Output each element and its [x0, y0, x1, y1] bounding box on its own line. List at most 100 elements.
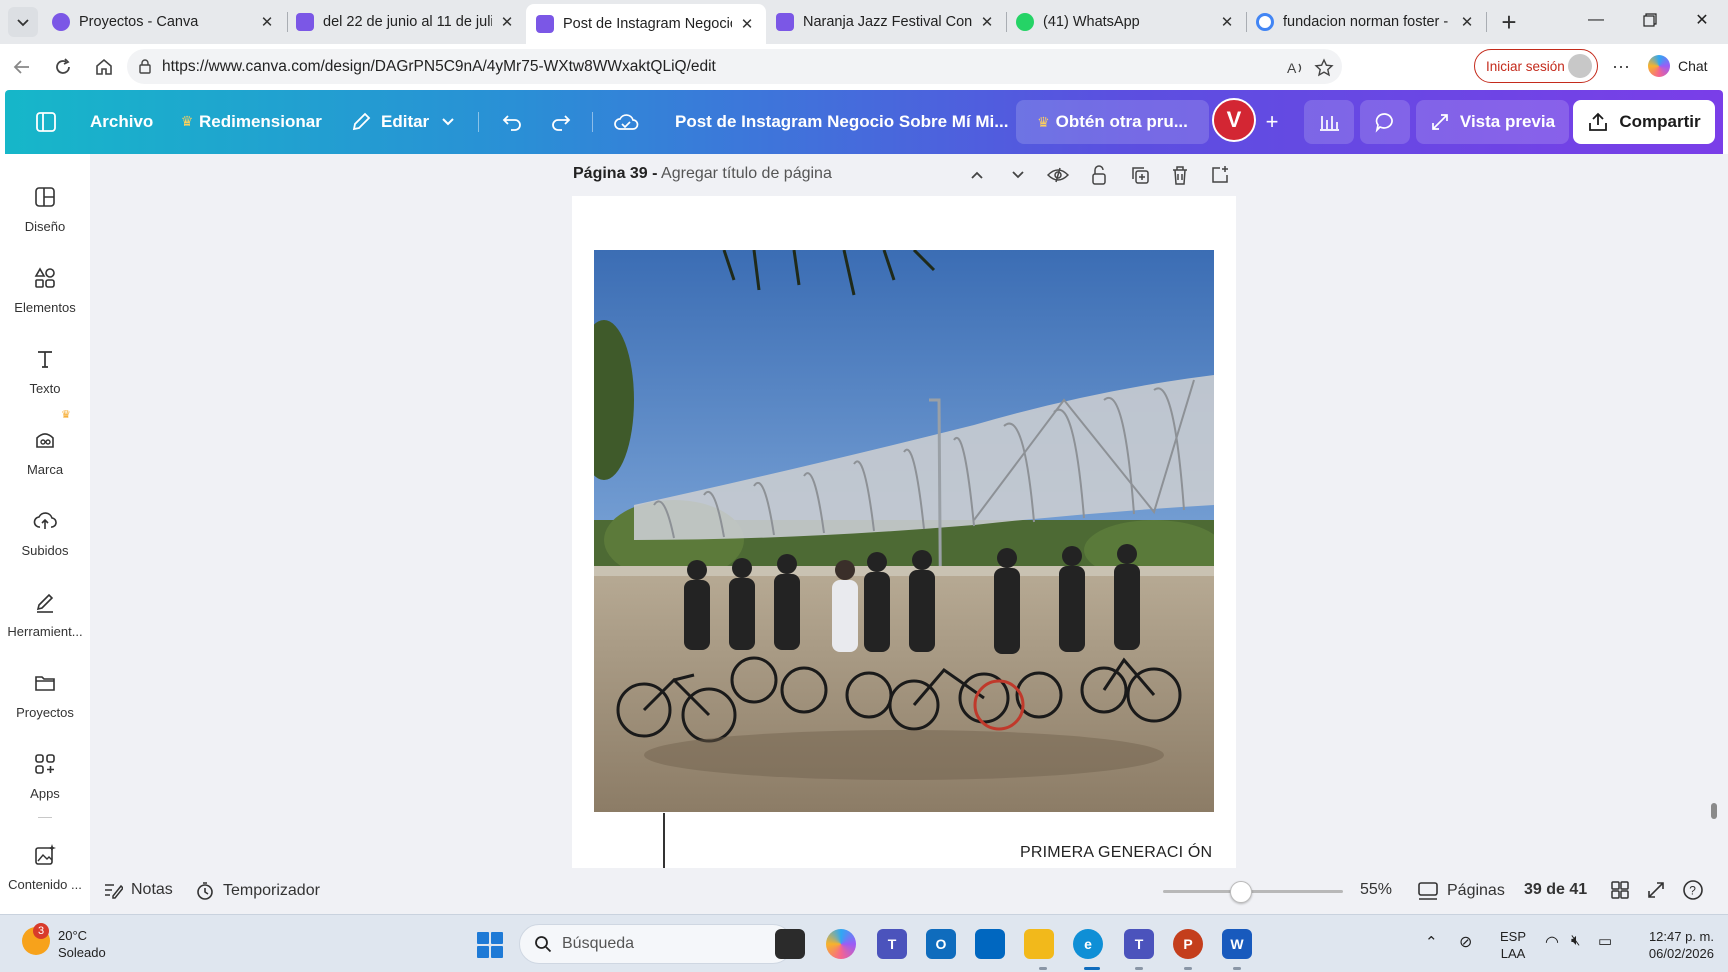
sidebar-item-tools[interactable]: Herramient...	[0, 581, 90, 651]
reload-button[interactable]	[49, 54, 77, 80]
duplicate-page-button[interactable]	[1127, 163, 1153, 187]
page-title[interactable]: Página 39 - Agregar título de página	[573, 165, 832, 183]
fullscreen-button[interactable]	[1646, 880, 1666, 900]
url-text[interactable]: https://www.canva.com/design/DAGrPN5C9nA…	[162, 58, 716, 76]
battery-icon[interactable]: ▭	[1598, 932, 1612, 950]
app-running-indicator	[1039, 967, 1047, 970]
tab-proyectos-canva[interactable]: Proyectos - Canva ✕	[42, 4, 286, 40]
sidebar-item-elements[interactable]: Elementos	[0, 257, 90, 327]
help-button[interactable]: ?	[1682, 879, 1704, 901]
file-explorer-icon[interactable]	[1024, 929, 1054, 959]
taskbar-search[interactable]: Búsqueda	[519, 924, 793, 964]
design-page[interactable]: PRIMERA GENERACI ÓN	[572, 196, 1236, 868]
canvas-scrollbar[interactable]	[1711, 803, 1717, 819]
zoom-slider-track[interactable]	[1163, 890, 1343, 893]
word-icon[interactable]: W	[1222, 929, 1252, 959]
tab-whatsapp[interactable]: (41) WhatsApp ✕	[1006, 4, 1246, 40]
close-tab-icon[interactable]: ✕	[1218, 13, 1236, 31]
hide-page-button[interactable]	[1045, 163, 1071, 187]
teams-work-icon[interactable]: T	[1124, 929, 1154, 959]
comments-button[interactable]	[1360, 100, 1410, 144]
zoom-slider-thumb[interactable]	[1230, 881, 1252, 903]
page-counter[interactable]: 39 de 41	[1524, 881, 1587, 899]
edge-browser-icon[interactable]: e	[1073, 929, 1103, 959]
copilot-app-icon[interactable]	[826, 929, 856, 959]
grid-view-button[interactable]	[1610, 880, 1630, 900]
input-language-indicator[interactable]: ESP LAA	[1500, 928, 1526, 962]
close-tab-icon[interactable]: ✕	[258, 13, 276, 31]
microsoft-store-icon[interactable]	[975, 929, 1005, 959]
sidebar-item-uploads[interactable]: Subidos	[0, 500, 90, 570]
design-title[interactable]: Post de Instagram Negocio Sobre Mí Mi...	[675, 112, 1008, 132]
more-options-icon[interactable]: ⋯	[1610, 56, 1632, 78]
volume-muted-icon[interactable]: 🔇︎	[1571, 932, 1580, 949]
zoom-level[interactable]: 55%	[1360, 881, 1392, 899]
back-button[interactable]	[8, 54, 36, 80]
url-bar[interactable]: https://www.canva.com/design/DAGrPN5C9nA…	[127, 49, 1342, 84]
group-bike-photo[interactable]	[594, 250, 1214, 812]
copilot-chat-button[interactable]: Chat	[1648, 50, 1720, 82]
get-another-trial-button[interactable]: ♛ Obtén otra pru...	[1016, 100, 1209, 144]
outlook-icon[interactable]: O	[926, 929, 956, 959]
cloud-saved-icon[interactable]	[612, 110, 640, 134]
notes-button[interactable]: Notas	[103, 881, 173, 899]
close-tab-icon[interactable]: ✕	[978, 13, 996, 31]
lock-page-button[interactable]	[1086, 163, 1112, 187]
share-button[interactable]: Compartir	[1573, 100, 1715, 144]
weather-badge: 3	[33, 923, 49, 939]
delete-page-button[interactable]	[1167, 163, 1193, 187]
preview-button[interactable]: Vista previa	[1416, 100, 1569, 144]
tab-design-junio[interactable]: del 22 de junio al 11 de julio ✕	[286, 4, 526, 40]
page-title-placeholder[interactable]: Agregar título de página	[661, 165, 832, 182]
minimize-button[interactable]: —	[1570, 0, 1622, 40]
close-window-button[interactable]: ✕	[1676, 0, 1728, 40]
weather-widget[interactable]: 3 20°C Soleado	[22, 923, 106, 961]
insights-button[interactable]	[1304, 100, 1354, 144]
site-info-icon[interactable]	[137, 58, 153, 74]
file-menu-button[interactable]: Archivo	[90, 112, 153, 132]
resize-button[interactable]: Redimensionar	[199, 112, 322, 132]
sidebar-item-projects[interactable]: Proyectos	[0, 662, 90, 732]
edit-menu-button[interactable]: Editar	[381, 112, 429, 132]
close-tab-icon[interactable]: ✕	[738, 15, 756, 33]
sidebar-item-magic-media[interactable]: Contenido ...	[0, 834, 90, 904]
sync-off-icon[interactable]: ⊘	[1459, 932, 1472, 952]
timer-label: Temporizador	[223, 882, 320, 899]
timer-button[interactable]: Temporizador	[195, 881, 320, 901]
tab-post-instagram-active[interactable]: Post de Instagram Negocio So ✕	[526, 4, 766, 44]
close-tab-icon[interactable]: ✕	[498, 13, 516, 31]
restore-button[interactable]	[1624, 0, 1676, 40]
pages-button[interactable]: Páginas	[1417, 881, 1505, 901]
user-avatar[interactable]: V	[1212, 98, 1256, 142]
sidebar-item-text[interactable]: Texto	[0, 338, 90, 408]
tab-google-search[interactable]: fundacion norman foster - Bu ✕	[1246, 4, 1486, 40]
new-tab-button[interactable]: +	[1495, 7, 1523, 37]
tab-naranja-jazz[interactable]: Naranja Jazz Festival Concierto ✕	[766, 4, 1006, 40]
read-aloud-icon[interactable]: A	[1285, 57, 1307, 79]
sidebar-item-apps[interactable]: Apps	[0, 743, 90, 813]
sidebar-item-brand[interactable]: Marca	[0, 419, 90, 489]
page-caption-text[interactable]: PRIMERA GENERACI ÓN	[1020, 844, 1212, 862]
wifi-icon[interactable]: ◠	[1545, 932, 1559, 952]
undo-button[interactable]	[499, 110, 525, 134]
chevron-down-icon[interactable]	[439, 112, 457, 130]
toggle-side-panel-button[interactable]	[33, 110, 59, 134]
add-collaborator-button[interactable]: +	[1262, 109, 1282, 134]
close-tab-icon[interactable]: ✕	[1458, 13, 1476, 31]
teams-icon[interactable]: T	[877, 929, 907, 959]
sign-in-button[interactable]: Iniciar sesión	[1474, 49, 1598, 83]
powerpoint-icon[interactable]: P	[1173, 929, 1203, 959]
windows-start-button[interactable]	[477, 932, 503, 958]
redo-button[interactable]	[548, 110, 574, 134]
sidebar-item-design[interactable]: Diseño	[0, 176, 90, 246]
add-page-button[interactable]	[1207, 163, 1233, 187]
page-up-button[interactable]	[964, 163, 990, 187]
home-button[interactable]	[90, 54, 118, 80]
page-down-button[interactable]	[1005, 163, 1031, 187]
system-clock[interactable]: 12:47 p. m. 06/02/2026	[1630, 928, 1714, 962]
favorite-star-icon[interactable]	[1313, 57, 1335, 79]
apps-icon	[30, 749, 60, 779]
task-view-icon[interactable]	[775, 929, 805, 959]
tab-actions-menu-button[interactable]	[8, 7, 38, 37]
show-hidden-icons-chevron-icon[interactable]: ⌃	[1425, 933, 1438, 951]
